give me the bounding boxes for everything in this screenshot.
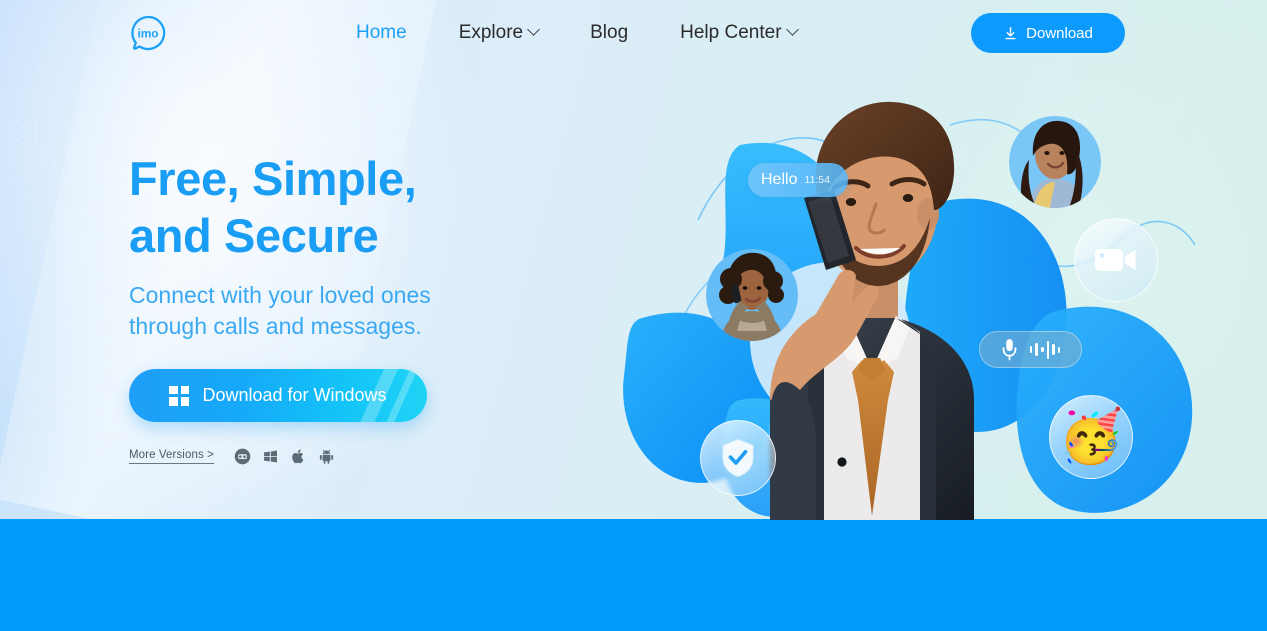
avatar-woman-on-phone xyxy=(706,245,798,345)
avatar-woman-smiling xyxy=(1009,112,1101,212)
nav-download-button[interactable]: Download xyxy=(971,13,1125,53)
imo-speech-bubble-logo[interactable]: imo xyxy=(129,14,167,52)
chat-bubble-text: Hello xyxy=(761,171,798,188)
nav-item-label: Explore xyxy=(458,21,524,43)
party-face-emoji: 🥳 xyxy=(1058,408,1124,466)
shield-check-badge xyxy=(700,420,776,496)
nav-item-blog[interactable]: Blog xyxy=(564,16,654,50)
more-versions-row: More Versions > xyxy=(129,448,431,465)
microphone-icon xyxy=(1002,339,1017,361)
download-arrow-icon xyxy=(1005,26,1016,39)
nav-item-label: Blog xyxy=(590,21,629,43)
more-versions-link[interactable]: More Versions > xyxy=(129,449,214,464)
cta-label: Download for Windows xyxy=(202,385,387,405)
download-for-windows-button[interactable]: Download for Windows xyxy=(129,369,427,422)
android-icon[interactable] xyxy=(318,448,335,465)
nav-item-label: Home xyxy=(356,21,407,43)
chat-bubble-hello: Hello 11:54 xyxy=(748,163,848,197)
microphone-waveform-badge xyxy=(979,331,1082,368)
chevron-down-icon xyxy=(785,23,799,36)
hero-title: Free, Simple, and Secure xyxy=(129,152,417,262)
nav-download-label: Download xyxy=(1026,24,1093,42)
video-camera-badge xyxy=(1074,218,1158,302)
svg-text:imo: imo xyxy=(137,26,158,40)
page-root: imo Home Explore Blog Help Center Downlo… xyxy=(0,0,1267,631)
video-camera-icon xyxy=(1095,249,1136,271)
nav-links: Home Explore Blog Help Center xyxy=(330,0,823,65)
apple-icon[interactable] xyxy=(290,448,307,465)
audio-waveform-icon xyxy=(1029,340,1061,359)
hero-copy-block: Free, Simple, and Secure Connect with yo… xyxy=(129,150,431,465)
party-face-emoji-badge: 🥳 xyxy=(1049,395,1133,479)
chevron-down-icon xyxy=(527,23,540,36)
bottom-blue-band xyxy=(0,519,1267,631)
top-navigation-bar: imo Home Explore Blog Help Center Downlo… xyxy=(0,0,1267,65)
nav-item-home[interactable]: Home xyxy=(330,16,433,50)
nav-item-help-center[interactable]: Help Center xyxy=(654,16,822,50)
chat-bubble-time: 11:54 xyxy=(804,174,830,186)
windows-icon[interactable] xyxy=(262,448,279,465)
background-dot-pattern xyxy=(4,90,94,200)
platform-icon-list xyxy=(234,448,335,465)
nav-item-label: Help Center xyxy=(680,21,782,43)
pc-circle-icon[interactable] xyxy=(234,448,251,465)
windows-logo-icon xyxy=(169,385,190,406)
shield-check-icon xyxy=(722,438,754,478)
nav-item-explore[interactable]: Explore xyxy=(433,16,564,50)
hero-subtitle: Connect with your loved ones through cal… xyxy=(129,282,431,339)
